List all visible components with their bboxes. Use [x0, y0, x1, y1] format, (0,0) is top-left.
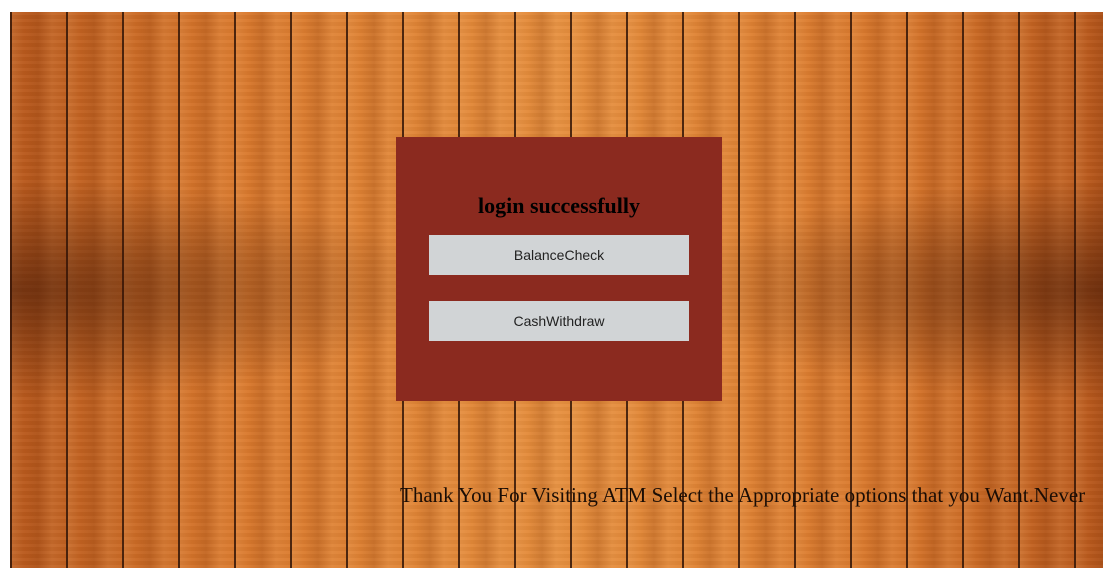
login-panel: login successfully BalanceCheck CashWith…: [396, 137, 722, 401]
login-status-title: login successfully: [478, 193, 640, 218]
cash-withdraw-button[interactable]: CashWithdraw: [429, 301, 689, 341]
balance-check-button[interactable]: BalanceCheck: [429, 235, 689, 275]
scrolling-message: Thank You For Visiting ATM Select the Ap…: [400, 483, 1086, 507]
wood-background: login successfully BalanceCheck CashWith…: [10, 12, 1103, 568]
